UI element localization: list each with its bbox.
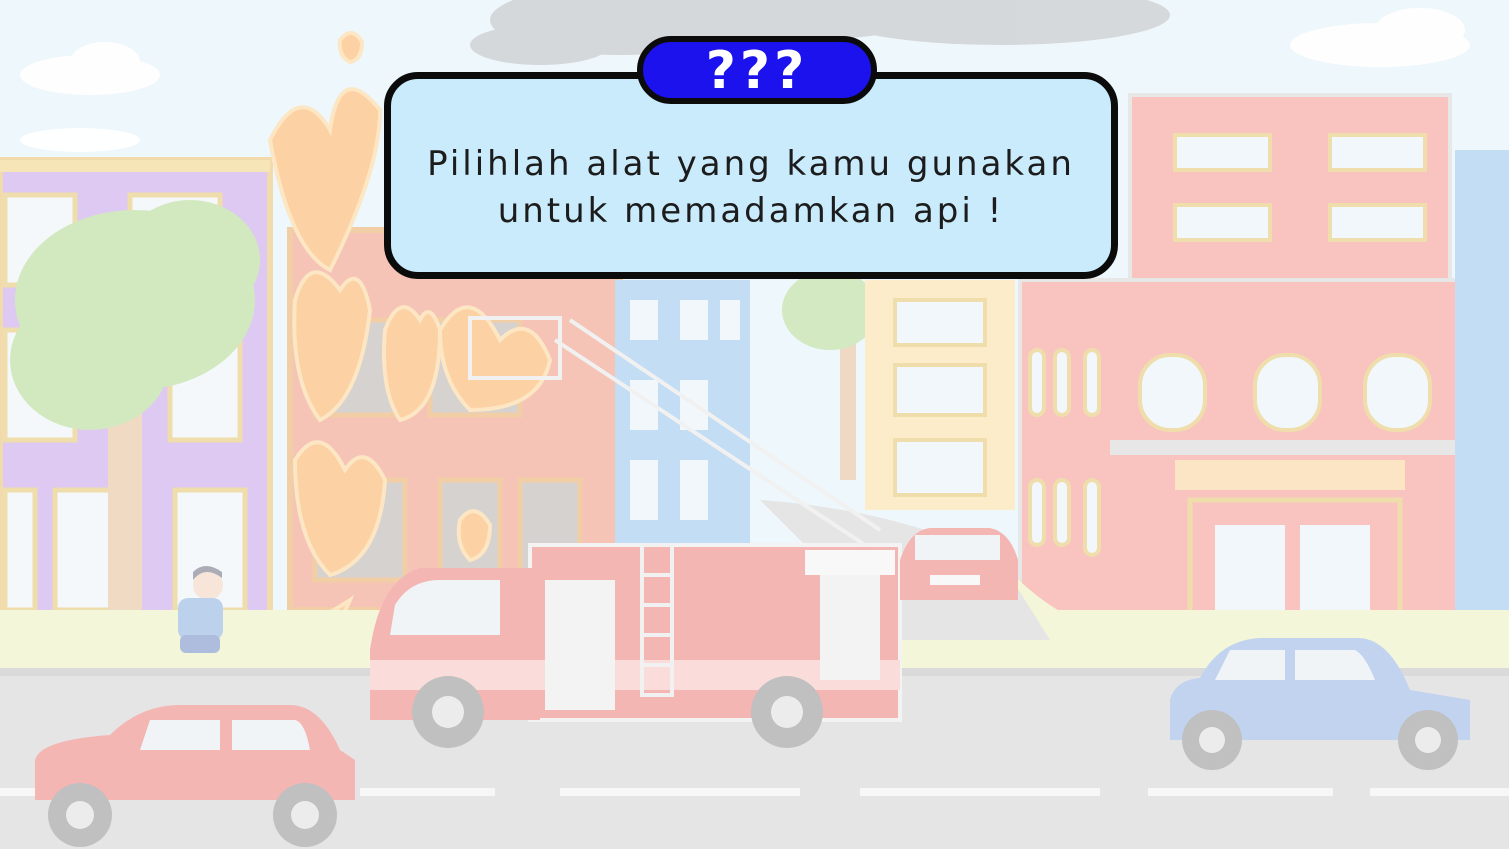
question-line-2: untuk memadamkan api ! [497,190,1005,231]
question-line-1: Pilihlah alat yang kamu gunakan [427,143,1075,184]
question-badge-label: ??? [705,41,809,101]
question-text: Pilihlah alat yang kamu gunakan untuk me… [427,141,1075,235]
game-screen: Pilihlah alat yang kamu gunakan untuk me… [0,0,1509,849]
question-badge: ??? [637,36,877,104]
